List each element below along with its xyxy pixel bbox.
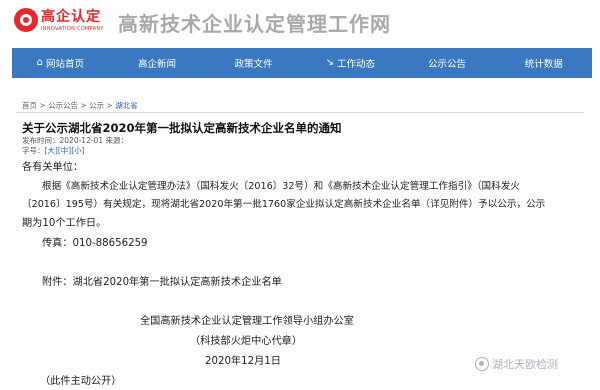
logo-text: 高企认定 [41,9,101,25]
salutation: 各有关单位： [22,162,84,173]
signature-date: 2020年12月1日 [205,356,281,367]
font-size-medium-link[interactable]: [中] [58,146,71,155]
nav-item-label: 政策文件 [234,59,273,70]
nav-item-statistics[interactable]: 统计数据 [495,48,592,78]
divider [16,112,584,113]
body-paragraph-line: 根据《高新技术企业认定管理办法》（国科发火〔2016〕32号）和《高新技术企业认… [42,181,520,192]
nav-item-policy[interactable]: 政策文件 [205,48,302,78]
breadcrumb-public-notice[interactable]: 公示 [89,101,104,110]
source-label: 来源： [105,136,128,145]
publish-label: 发布时间： [22,136,60,145]
arrow-icon: ↘ [325,57,335,68]
article-title: 关于公示湖北省2020年第一批拟认定高新技术企业名单的通知 [22,121,342,135]
main-nav: ⌂ 网站首页 高企新闻 政策文件 ↘ 工作动态 公示公告 统计数据 [12,48,592,78]
nav-item-label: 公示公告 [428,59,467,70]
publish-date: 2020-12-01 [59,136,104,145]
font-size-large-link[interactable]: [大] [45,146,58,155]
public-note: （此件主动公开） [40,376,122,387]
breadcrumb-separator: > [104,101,116,110]
logo-subtext: INNOVATION COMPANY [41,26,104,32]
nav-item-news[interactable]: 高企新闻 [109,48,206,78]
breadcrumb-separator: > [37,101,49,110]
nav-item-work-updates[interactable]: ↘ 工作动态 [302,48,399,78]
logo-icon [14,8,38,32]
watermark-text: 湖北天欧检测 [492,358,558,371]
body-paragraph-line: 〔2016〕195号）有关规定，现将湖北省2020年第一批1760家企业拟认定高… [22,199,546,210]
site-header: 高企认定 INNOVATION COMPANY 高新技术企业认定管理工作网 [0,0,600,46]
nav-item-label: 工作动态 [337,59,376,70]
signature-organization: 全国高新技术企业认定管理工作领导小组办公室 [140,316,354,327]
breadcrumb-announcements[interactable]: 公示公告 [48,101,78,110]
attachment-link[interactable]: 附件：湖北省2020年第一批拟认定高新技术企业名单 [42,273,282,288]
font-size-controls: 字号：[大][中][小] [22,145,85,156]
signature-proxy: （科技部火炬中心代章） [190,336,303,347]
home-icon: ⌂ [36,57,43,68]
body-paragraph-line: 期为10个工作日。 [22,218,107,229]
site-logo[interactable]: 高企认定 INNOVATION COMPANY [14,4,106,40]
site-title: 高新技术企业认定管理工作网 [118,12,391,36]
nav-item-home[interactable]: ⌂ 网站首页 [12,48,109,78]
watermark: 湖北天欧检测 [475,356,558,372]
nav-item-label: 网站首页 [46,59,85,70]
breadcrumb-separator: > [78,101,90,110]
font-size-label: 字号： [22,146,45,155]
watermark-logo-icon [475,357,489,371]
breadcrumb-home[interactable]: 首页 [22,101,37,110]
font-size-small-link[interactable]: [小] [71,146,84,155]
breadcrumb: 首页 > 公示公告 > 公示 > 湖北省 [22,100,138,111]
fax-line: 传真：010-88656259 [42,238,148,249]
nav-item-label: 高企新闻 [138,59,177,70]
nav-item-announcements[interactable]: 公示公告 [399,48,496,78]
nav-item-label: 统计数据 [524,59,563,70]
breadcrumb-current[interactable]: 湖北省 [115,101,138,110]
